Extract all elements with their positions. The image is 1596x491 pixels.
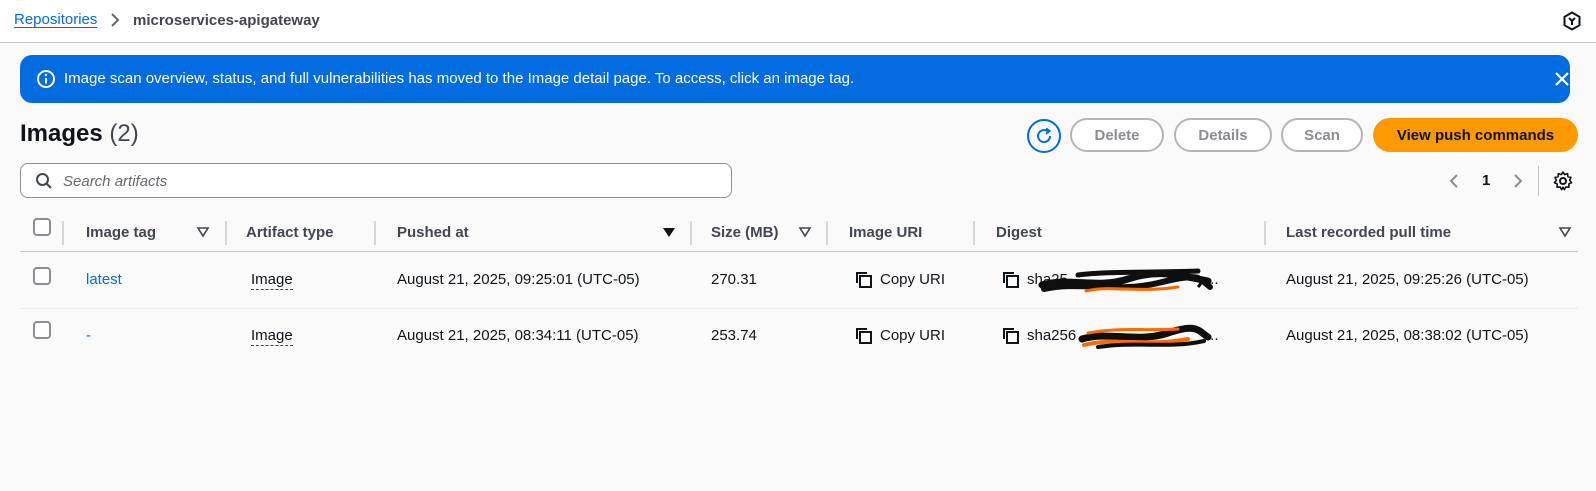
column-divider [690,221,692,245]
view-push-commands-button[interactable]: View push commands [1373,118,1578,152]
image-tag-link[interactable]: - [86,327,91,344]
table-row: - Image August 21, 2025, 08:34:11 (UTC-0… [20,309,1578,365]
last-pull-time: August 21, 2025, 08:38:02 (UTC-05) [1286,327,1529,344]
chevron-right-icon[interactable] [1510,171,1526,191]
column-header-pushed-at[interactable]: Pushed at [397,224,469,241]
search-input[interactable] [61,168,721,194]
select-all-checkbox[interactable] [33,218,51,236]
sort-descending-icon[interactable] [662,226,676,238]
column-divider [62,221,64,245]
table-row: latest Image August 21, 2025, 09:25:01 (… [20,253,1578,309]
refresh-icon [1037,127,1052,144]
copy-uri-button[interactable]: Copy URI [880,327,945,344]
copy-uri-button[interactable]: Copy URI [880,271,945,288]
sort-icon[interactable] [196,226,210,238]
image-count: (2) [109,120,139,147]
column-header-digest: Digest [996,224,1042,241]
search-box [20,163,732,198]
column-divider [1264,221,1266,245]
pagination-divider [1538,166,1539,196]
scan-button[interactable]: Scan [1281,118,1363,152]
page-number[interactable]: 1 [1482,172,1490,189]
search-icon [36,173,52,189]
pushed-at: August 21, 2025, 08:34:11 (UTC-05) [397,327,639,344]
copy-icon[interactable] [854,326,874,346]
sort-icon[interactable] [798,226,812,238]
details-button[interactable]: Details [1174,118,1272,152]
page-title-text: Images [20,120,103,147]
flash-message: Image scan overview, status, and full vu… [64,70,855,87]
refresh-button[interactable] [1027,119,1061,153]
chevron-left-icon[interactable] [1446,171,1462,191]
column-header-last-pull-time[interactable]: Last recorded pull time [1286,224,1451,241]
column-header-size[interactable]: Size (MB) [711,224,779,241]
digest-ellipsis: ... [1206,327,1219,344]
column-divider [374,221,376,245]
artifact-type[interactable]: Image [251,327,293,346]
column-header-image-uri: Image URI [849,224,923,241]
digest-value: sha256 [1027,327,1077,344]
info-flashbar: Image scan overview, status, and full vu… [20,55,1570,103]
copy-icon[interactable] [854,270,874,290]
size-mb: 253.74 [711,327,757,344]
close-icon[interactable] [1552,69,1572,89]
digest-ellipsis: ... [1206,271,1219,288]
pushed-at: August 21, 2025, 09:25:01 (UTC-05) [397,271,640,288]
redaction-scribble [1078,324,1212,349]
row-checkbox[interactable] [33,321,51,339]
last-pull-time: August 21, 2025, 09:25:26 (UTC-05) [1286,271,1529,288]
row-checkbox[interactable] [33,267,51,285]
column-divider [225,221,227,245]
column-header-image-tag[interactable]: Image tag [86,224,156,241]
gear-icon[interactable] [1552,170,1574,192]
settings-hexagon-icon[interactable] [1562,11,1582,31]
size-mb: 270.31 [711,271,757,288]
sort-icon[interactable] [1558,226,1572,238]
info-icon [37,70,55,88]
artifact-type[interactable]: Image [251,271,293,290]
column-header-artifact-type[interactable]: Artifact type [246,224,334,241]
page-title: Images (2) [20,120,139,148]
redaction-scribble [1038,268,1213,293]
delete-button[interactable]: Delete [1070,118,1164,152]
column-divider [973,221,975,245]
breadcrumb-repositories-link[interactable]: Repositories [14,11,97,28]
copy-icon[interactable] [1001,270,1021,290]
breadcrumb-current: microservices-apigateway [133,12,320,29]
chevron-right-icon [111,13,120,27]
table-header: Image tag Artifact type Pushed at Size (… [20,214,1578,252]
image-tag-link[interactable]: latest [86,271,122,288]
column-divider [826,221,828,245]
copy-icon[interactable] [1001,326,1021,346]
breadcrumb-bar: Repositories microservices-apigateway [0,0,1596,43]
